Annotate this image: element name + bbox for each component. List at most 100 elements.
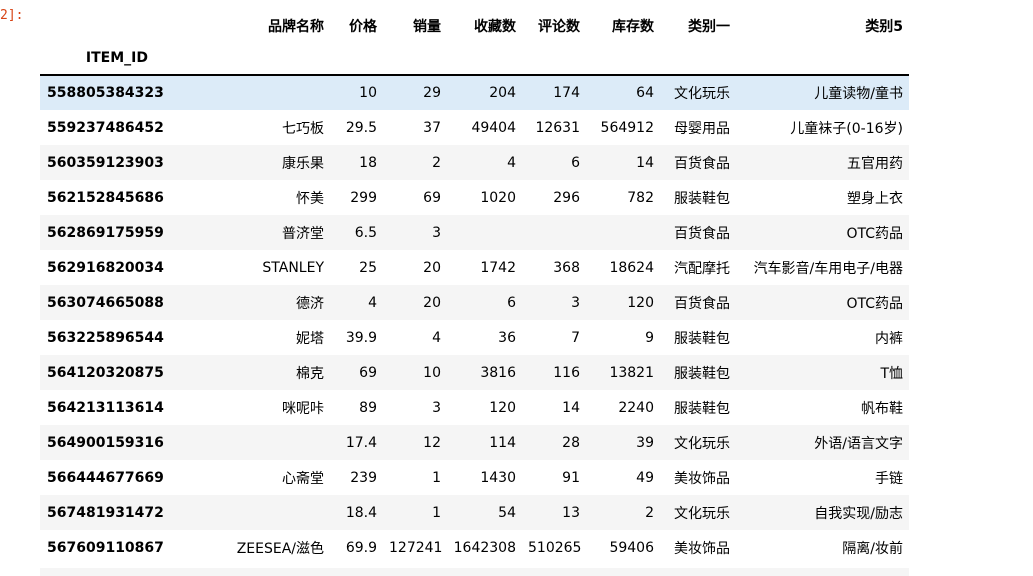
table-cell: 服装鞋包 (674, 400, 730, 417)
table-cell: 17.4 (345, 434, 377, 451)
column-header: 收藏数 (474, 19, 516, 35)
table-cell: 368 (553, 259, 580, 276)
table-row-partial (40, 568, 909, 576)
table-cell: 3 (432, 224, 441, 241)
table-cell: 14 (562, 399, 580, 416)
table-cell: 13 (562, 504, 580, 521)
table-cell: 康乐果 (282, 155, 324, 172)
table-cell: 12 (423, 434, 441, 451)
table-row: 563074665088 德济 4 20 6 3 120 百货食品 OTC药品 (40, 285, 909, 320)
table-cell: 296 (553, 189, 580, 206)
table-cell: 塑身上衣 (847, 190, 903, 207)
table-cell: 文化玩乐 (674, 86, 730, 102)
table-row: 559237486452 七巧板 29.5 37 49404 12631 564912 母婴用… (40, 110, 909, 145)
dataframe-table: 品牌名称 价格 销量 收藏数 评论数 库存数 类别一 类别5 ITEM_ID 5… (40, 10, 909, 565)
row-index: 558805384323 (47, 85, 164, 101)
row-index: 566444677669 (47, 469, 164, 486)
table-cell: 29.5 (345, 119, 377, 136)
table-cell: 百货食品 (674, 295, 730, 312)
table-cell: 美妆饰品 (674, 470, 730, 487)
table-cell: 18.4 (345, 504, 377, 521)
table-cell: 18 (359, 154, 377, 171)
column-header-row: 品牌名称 价格 销量 收藏数 评论数 库存数 类别一 类别5 (40, 10, 909, 42)
table-row: 564213113614 咪呢咔 89 3 120 14 2240 服装鞋包 帆布鞋 (40, 390, 909, 425)
table-cell: 外语/语言文字 (814, 435, 903, 452)
table-cell: 54 (498, 504, 516, 521)
table-cell (154, 75, 330, 110)
table-row: 562916820034 STANLEY 25 20 1742 368 18624 汽配摩托 汽… (40, 250, 909, 285)
table-cell: 1430 (480, 469, 516, 486)
table-cell: 4 (368, 294, 377, 311)
dataframe-output: 品牌名称 价格 销量 收藏数 评论数 库存数 类别一 类别5 ITEM_ID 5… (40, 10, 910, 565)
table-cell: 13821 (609, 364, 654, 381)
row-index: 564213113614 (47, 399, 164, 416)
table-cell: 儿童袜子(0-16岁) (790, 120, 903, 137)
table-cell: T恤 (880, 365, 903, 382)
table-cell (154, 495, 330, 530)
table-cell: 37 (423, 119, 441, 136)
table-cell: 39 (636, 434, 654, 451)
table-row: 566444677669 心斋堂 239 1 1430 91 49 美妆饰品 手链 (40, 460, 909, 495)
table-cell: ZEESEA/滋色 (236, 540, 324, 557)
table-cell: 2240 (618, 399, 654, 416)
row-index: 563074665088 (47, 294, 164, 311)
index-name-header: ITEM_ID (85, 50, 148, 66)
table-cell: 咪呢咔 (282, 400, 324, 417)
table-cell: 1 (432, 469, 441, 486)
table-cell: 五官用药 (847, 155, 903, 172)
row-index: 559237486452 (47, 119, 164, 136)
table-cell: 帆布鞋 (861, 400, 903, 417)
table-cell: 7 (571, 329, 580, 346)
table-row: 567481931472 18.4 1 54 13 2 文化玩乐 自我实现/励志 (40, 495, 909, 530)
table-cell: 百货食品 (674, 155, 730, 172)
table-row: 567609110867 ZEESEA/滋色 69.9 127241 1642308 51… (40, 530, 909, 565)
column-header: 价格 (349, 19, 377, 35)
table-cell: 汽车影音/车用电子/电器 (753, 260, 903, 277)
corner-header (40, 10, 154, 42)
table-cell: 6 (507, 294, 516, 311)
table-cell: 服装鞋包 (674, 365, 730, 382)
table-cell: 4 (432, 329, 441, 346)
table-cell: 10 (359, 85, 377, 101)
row-index: 560359123903 (47, 154, 164, 171)
table-cell: 自我实现/励志 (814, 505, 903, 522)
table-cell: 64 (636, 85, 654, 101)
table-cell: 母婴用品 (674, 120, 730, 137)
table-cell: 6.5 (354, 224, 377, 241)
table-cell: 隔离/妆前 (842, 540, 903, 557)
table-cell: 1020 (480, 189, 516, 206)
column-header: 评论数 (538, 19, 580, 35)
table-cell: OTC药品 (846, 225, 903, 242)
table-cell: 3 (571, 294, 580, 311)
table-cell: 普济堂 (282, 225, 324, 242)
table-row: 560359123903 康乐果 18 2 4 6 14 百货食品 五官用药 (40, 145, 909, 180)
index-name-row: ITEM_ID (40, 42, 909, 75)
table-cell: 204 (489, 85, 516, 101)
table-cell: 心斋堂 (282, 470, 324, 487)
table-row: 558805384323 10 29 204 174 64 文化玩乐 儿童读物/童书 (40, 75, 909, 110)
table-cell: 12631 (535, 119, 580, 136)
table-cell: OTC药品 (846, 295, 903, 312)
column-header: 类别一 (688, 19, 730, 35)
table-cell: 69.9 (345, 539, 377, 556)
table-cell: 25 (359, 259, 377, 276)
table-cell (522, 215, 586, 250)
table-cell: 91 (562, 469, 580, 486)
table-cell: 782 (627, 189, 654, 206)
table-cell: STANLEY (262, 259, 324, 276)
table-cell: 内裤 (875, 330, 903, 347)
table-cell: 儿童读物/童书 (814, 86, 903, 102)
table-row: 564120320875 棉克 69 10 3816 116 13821 服装鞋包 T恤 (40, 355, 909, 390)
table-cell: 1642308 (453, 539, 516, 556)
table-cell: 汽配摩托 (674, 260, 730, 277)
table-cell: 怀美 (296, 190, 324, 207)
table-cell: 9 (645, 329, 654, 346)
table-cell: 棉克 (296, 365, 324, 382)
table-cell: 美妆饰品 (674, 540, 730, 557)
table-cell: 29 (423, 85, 441, 101)
column-header: 类别5 (865, 19, 903, 35)
table-cell: 510265 (528, 539, 582, 556)
table-row: 562869175959 普济堂 6.5 3 百货食品 OTC药品 (40, 215, 909, 250)
row-index: 562916820034 (47, 259, 164, 276)
table-cell: 1 (432, 504, 441, 521)
